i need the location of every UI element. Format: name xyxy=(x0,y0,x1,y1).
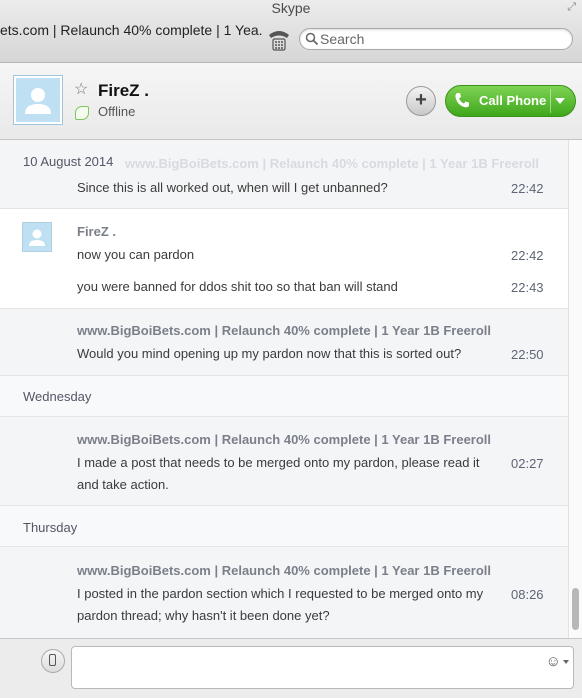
call-phone-button[interactable]: Call Phone xyxy=(445,85,576,117)
phone-icon xyxy=(454,92,470,109)
message-input-box[interactable]: ☺ xyxy=(71,646,574,689)
message-time: 22:42 xyxy=(511,181,544,196)
dial-pad-icon[interactable] xyxy=(266,27,292,51)
message-text: Would you mind opening up my pardon now … xyxy=(77,346,462,361)
date-label: 10 August 2014 xyxy=(23,154,114,169)
chevron-down-icon[interactable] xyxy=(555,98,565,104)
sender-avatar[interactable] xyxy=(22,222,52,252)
message-text: you were banned for ddos shit too so tha… xyxy=(77,279,398,294)
mobile-icon[interactable] xyxy=(41,649,65,673)
add-participants-button[interactable]: + xyxy=(406,86,436,116)
chat-scrollbar[interactable] xyxy=(568,140,582,638)
message-time: 22:50 xyxy=(511,347,544,362)
message-text: I posted in the pardon section which I r… xyxy=(77,586,484,623)
call-phone-label: Call Phone xyxy=(479,93,547,108)
contact-name: FireZ . xyxy=(98,81,150,100)
date-label: Thursday xyxy=(23,520,78,535)
chevron-down-icon[interactable] xyxy=(563,660,569,664)
plus-icon: + xyxy=(415,89,427,111)
fullscreen-icon[interactable]: ⤢ xyxy=(567,1,576,14)
contact-status: Offline xyxy=(98,104,136,119)
message-group: www.BigBoiBets.com | Relaunch 40% comple… xyxy=(0,309,568,376)
message-time: 02:27 xyxy=(511,456,544,471)
message-text: I made a post that needs to be merged on… xyxy=(77,455,480,492)
title-bar: Skype ⤢ ets.com | Relaunch 40% complete … xyxy=(0,0,582,63)
ghost-sender-name: www.BigBoiBets.com | Relaunch 40% comple… xyxy=(125,156,540,171)
contact-header: ☆ FireZ . Offline + Call Phone xyxy=(0,63,582,140)
message-time: 22:42 xyxy=(511,248,544,263)
sender-name[interactable]: www.BigBoiBets.com | Relaunch 40% comple… xyxy=(77,432,491,447)
message-group: Since this is all worked out, when will … xyxy=(0,172,568,209)
date-divider: Wednesday xyxy=(0,376,568,417)
message-time: 22:43 xyxy=(511,280,544,295)
message-time: 08:26 xyxy=(511,587,544,602)
message-text: Since this is all worked out, when will … xyxy=(77,180,388,195)
window-title: Skype xyxy=(271,0,311,16)
search-input[interactable] xyxy=(320,30,560,47)
contact-avatar[interactable] xyxy=(13,75,63,125)
sender-name[interactable]: www.BigBoiBets.com | Relaunch 40% comple… xyxy=(77,563,491,578)
conversation-history[interactable]: 10 August 2014 www.BigBoiBets.com | Rela… xyxy=(0,140,568,638)
scroll-thumb[interactable] xyxy=(572,588,579,630)
message-text: now you can pardon xyxy=(77,247,195,262)
message-group: www.BigBoiBets.com | Relaunch 40% comple… xyxy=(0,417,568,506)
search-box[interactable] xyxy=(299,28,573,50)
sender-name[interactable]: FireZ . xyxy=(77,224,116,239)
mood-message[interactable]: ets.com | Relaunch 40% complete | 1 Yea.… xyxy=(0,22,262,38)
call-button-divider xyxy=(550,89,551,113)
date-label: Wednesday xyxy=(23,389,92,404)
search-icon xyxy=(305,32,319,46)
smiley-icon[interactable]: ☺ xyxy=(546,654,561,669)
star-icon[interactable]: ☆ xyxy=(74,82,88,98)
message-group: www.BigBoiBets.com | Relaunch 40% comple… xyxy=(0,547,568,638)
offline-status-icon xyxy=(75,106,89,120)
sender-name[interactable]: www.BigBoiBets.com | Relaunch 40% comple… xyxy=(77,323,491,338)
message-input[interactable] xyxy=(77,651,541,687)
message-group: FireZ . now you can pardon 22:42 you wer… xyxy=(0,209,568,309)
date-divider: Thursday xyxy=(0,506,568,547)
compose-area: ☺ xyxy=(0,638,582,698)
